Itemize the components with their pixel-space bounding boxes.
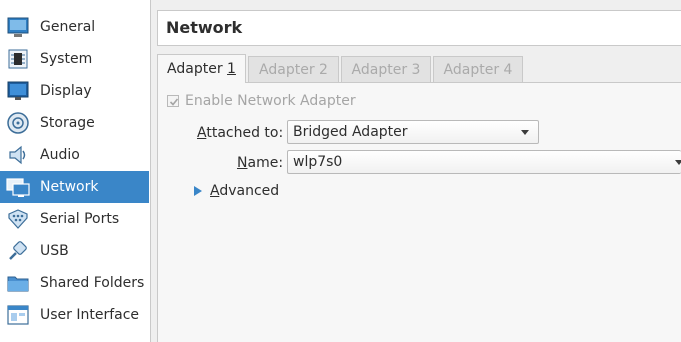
serial-ports-icon [8,209,28,229]
enable-adapter-row: Enable Network Adapter [167,93,356,109]
name-value: wlp7s0 [293,154,343,170]
checkmark-icon [169,98,179,106]
system-icon [8,49,28,69]
shared-folders-icon [7,276,29,292]
label-text: dvanced [219,183,280,199]
tab-label: Adapter [167,61,223,77]
enable-adapter-checkbox[interactable] [167,95,179,107]
label-text: ame: [247,155,284,171]
sidebar-item-display[interactable]: Display [0,75,149,107]
mnemonic: A [197,125,207,141]
sidebar-item-label: User Interface [40,307,140,323]
name-select[interactable]: wlp7s0 [287,150,681,174]
sidebar-item-system[interactable]: System [0,43,149,75]
tab-label: Adapter [259,61,315,78]
sidebar-item-label: Audio [40,147,80,163]
sidebar-item-label: General [40,19,96,35]
network-icon [6,178,30,197]
sidebar-item-label: Shared Folders [40,275,145,291]
tab-label: Adapter [351,61,408,78]
label-text: ttached to: [206,125,284,141]
page-title: Network [166,18,243,37]
sidebar-item-label: Serial Ports [40,211,120,227]
tab-label: Adapter [443,61,500,78]
chevron-down-icon [521,130,529,135]
attached-to-label: Attached to: [197,125,283,141]
sidebar-item-audio[interactable]: Audio [0,139,149,171]
user-interface-icon [7,305,29,325]
expand-arrow-icon [194,186,202,196]
sidebar-item-shared-folders[interactable]: Shared Folders [0,267,149,299]
sidebar-item-label: USB [40,243,69,259]
attached-to-select[interactable]: Bridged Adapter [287,120,539,144]
general-icon [7,17,29,37]
sidebar-item-storage[interactable]: Storage [0,107,149,139]
display-icon [7,81,29,100]
mnemonic: A [210,183,220,199]
mnemonic: N [237,155,248,171]
sidebar-item-general[interactable]: General [0,11,149,43]
chevron-down-icon [675,160,681,165]
sidebar-item-network[interactable]: Network [0,171,149,203]
sidebar-item-label: Storage [40,115,95,131]
tab-number: 1 [227,61,236,77]
tab-number: 4 [503,61,513,78]
advanced-expander[interactable]: Advanced [194,183,279,199]
sidebar-item-serial-ports[interactable]: Serial Ports [0,203,149,235]
tab-number: 3 [411,61,421,78]
tab-adapter-4[interactable]: Adapter 4 [433,56,523,82]
sidebar-item-label: Display [40,83,92,99]
usb-icon [9,241,27,260]
tab-adapter-2[interactable]: Adapter 2 [248,56,339,82]
sidebar-item-user-interface[interactable]: User Interface [0,299,149,331]
settings-sidebar: General System Display Storage Audio Net… [0,0,151,342]
sidebar-item-label: Network [40,179,99,195]
sidebar-item-label: System [40,51,93,67]
audio-icon [9,145,26,165]
tab-adapter-1[interactable]: Adapter 1 [157,54,246,83]
sidebar-item-usb[interactable]: USB [0,235,149,267]
storage-icon [7,112,29,134]
name-label: Name: [237,155,283,171]
page-header: Network [157,10,681,46]
tab-number: 2 [319,61,328,78]
attached-to-value: Bridged Adapter [293,124,408,140]
advanced-label: Advanced [210,183,279,199]
enable-adapter-label: Enable Network Adapter [185,93,356,109]
tab-adapter-3[interactable]: Adapter 3 [341,56,431,82]
